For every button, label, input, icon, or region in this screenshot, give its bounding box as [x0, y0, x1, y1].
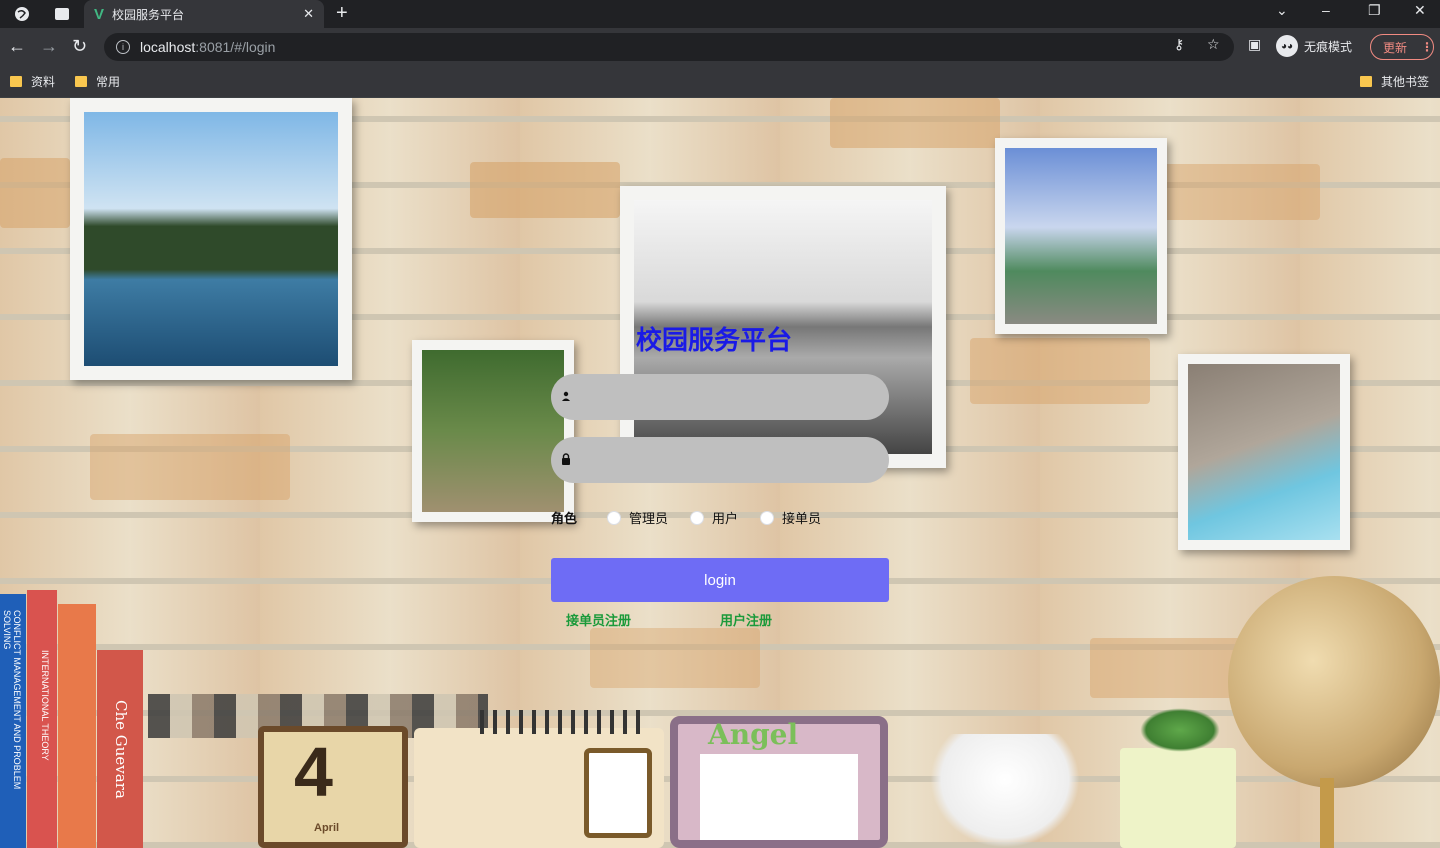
role-option-label: 接单员: [782, 511, 822, 526]
book-title-2: INTERNATIONAL THEORY: [40, 650, 50, 761]
angel-text: Angel: [708, 718, 799, 751]
role-option-label: 用户: [712, 511, 739, 526]
other-bookmarks[interactable]: 其他书签: [1360, 73, 1429, 90]
browser-toolbar: ← → ↻ i localhost:8081/#/login ⚷ ☆ ▣: [0, 28, 1440, 66]
globe-stand: [1320, 778, 1334, 848]
globe-icon[interactable]: [12, 4, 32, 24]
bookmark-star-icon[interactable]: ☆: [1207, 36, 1220, 53]
vue-favicon-icon: V: [94, 5, 105, 23]
password-field[interactable]: [551, 437, 889, 483]
brick: [1160, 164, 1320, 220]
radio-user[interactable]: [690, 510, 705, 525]
bookmark-folder-1[interactable]: 资料: [10, 73, 55, 90]
angel-frame-inner: [700, 754, 858, 840]
role-option-user[interactable]: 用户: [690, 508, 738, 527]
menu-dots-icon[interactable]: ⋮: [1421, 40, 1433, 54]
bookmark-label: 其他书签: [1381, 75, 1430, 89]
brick: [1090, 638, 1250, 698]
folder-icon: [1360, 76, 1372, 87]
register-courier-link[interactable]: 接单员注册: [566, 610, 631, 629]
plant-pot: [1120, 748, 1236, 848]
password-input[interactable]: [581, 437, 889, 483]
book-title-1: CONFLICT MANAGEMENT AND PROBLEM SOLVING: [2, 610, 22, 790]
site-info-icon[interactable]: i: [116, 40, 130, 54]
succulent: [1140, 708, 1220, 752]
angel-frame: Angel: [670, 716, 888, 848]
user-icon: [561, 391, 571, 404]
reload-icon[interactable]: ↻: [72, 36, 87, 57]
bookmarks-bar: 资料 常用 其他书签: [0, 66, 1440, 98]
role-option-label: 管理员: [629, 511, 669, 526]
new-tab-icon[interactable]: +: [336, 2, 348, 25]
back-icon[interactable]: ←: [8, 36, 26, 57]
brick: [970, 338, 1150, 404]
statue-photo: [422, 350, 564, 512]
calendar-spiral: [480, 710, 640, 734]
bookmark-label: 常用: [96, 75, 121, 89]
photo-frame-statue: [412, 340, 574, 522]
folder-icon: [75, 76, 87, 87]
monument-photo: [1005, 148, 1157, 324]
tab-search-icon[interactable]: [52, 4, 72, 24]
login-button[interactable]: login: [551, 558, 889, 602]
calendar-month: April: [314, 822, 340, 834]
register-user-link[interactable]: 用户注册: [720, 610, 772, 629]
active-tab[interactable]: V 校园服务平台 ✕: [84, 0, 324, 28]
role-option-courier[interactable]: 接单员: [760, 508, 821, 527]
close-window-icon[interactable]: ✕: [1414, 2, 1426, 19]
brick: [470, 162, 620, 218]
role-label: 角色: [551, 511, 578, 526]
photo-frame-lake: [70, 98, 352, 380]
side-panel-icon[interactable]: ▣: [1248, 36, 1261, 53]
calendar-block: 4 April: [258, 726, 408, 848]
key-icon[interactable]: ⚷: [1174, 36, 1184, 53]
minimize-icon[interactable]: –: [1322, 2, 1330, 18]
browser-tab-bar: V 校园服务平台 ✕ + ⌄ – ❐ ✕: [0, 0, 1440, 28]
restore-icon[interactable]: ❐: [1368, 2, 1381, 19]
tab-title: 校园服务平台: [112, 7, 185, 22]
username-input[interactable]: [581, 374, 889, 420]
radio-admin[interactable]: [607, 510, 622, 525]
brick: [90, 434, 290, 500]
tab-close-icon[interactable]: ✕: [303, 6, 314, 22]
teddy-bear: [930, 734, 1080, 848]
username-field[interactable]: [551, 374, 889, 420]
bookmark-label: 资料: [31, 75, 56, 89]
photo-frame-monument: [995, 138, 1167, 334]
url-host: localhost: [140, 39, 196, 55]
book-title-3: Che Guevara: [112, 700, 130, 799]
update-label: 更新: [1383, 40, 1408, 55]
update-button[interactable]: 更新 ⋮: [1370, 34, 1434, 60]
url-path: :8081/#/login: [195, 39, 276, 55]
book-orange: [58, 604, 96, 848]
beach-photo: [1188, 364, 1340, 540]
brick: [590, 628, 760, 688]
lake-photo: [84, 112, 338, 366]
tab-list-chevron-icon[interactable]: ⌄: [1276, 2, 1288, 19]
brick: [830, 98, 1000, 148]
lock-icon: [561, 452, 571, 468]
brick: [0, 158, 70, 228]
memo-pad: [584, 748, 652, 838]
photo-frame-beach: [1178, 354, 1350, 550]
calendar-number: 4: [294, 733, 333, 811]
role-selector: 角色 管理员 用户 接单员: [551, 508, 843, 527]
incognito-indicator[interactable]: ◕◕ 无痕模式: [1276, 35, 1352, 57]
forward-icon[interactable]: →: [40, 36, 58, 57]
address-bar[interactable]: i localhost:8081/#/login: [104, 33, 1234, 61]
incognito-label: 无痕模式: [1304, 39, 1353, 54]
login-title: 校园服务平台: [636, 326, 793, 356]
folder-icon: [10, 76, 22, 87]
incognito-icon: ◕◕: [1276, 35, 1298, 57]
login-page-background: CONFLICT MANAGEMENT AND PROBLEM SOLVING …: [0, 98, 1440, 848]
globe: [1228, 576, 1440, 788]
calendar-sheet: [414, 728, 664, 848]
radio-courier[interactable]: [760, 510, 775, 525]
books: CONFLICT MANAGEMENT AND PROBLEM SOLVING …: [0, 590, 150, 848]
bookmark-folder-2[interactable]: 常用: [75, 73, 120, 90]
role-option-admin[interactable]: 管理员: [607, 508, 668, 527]
